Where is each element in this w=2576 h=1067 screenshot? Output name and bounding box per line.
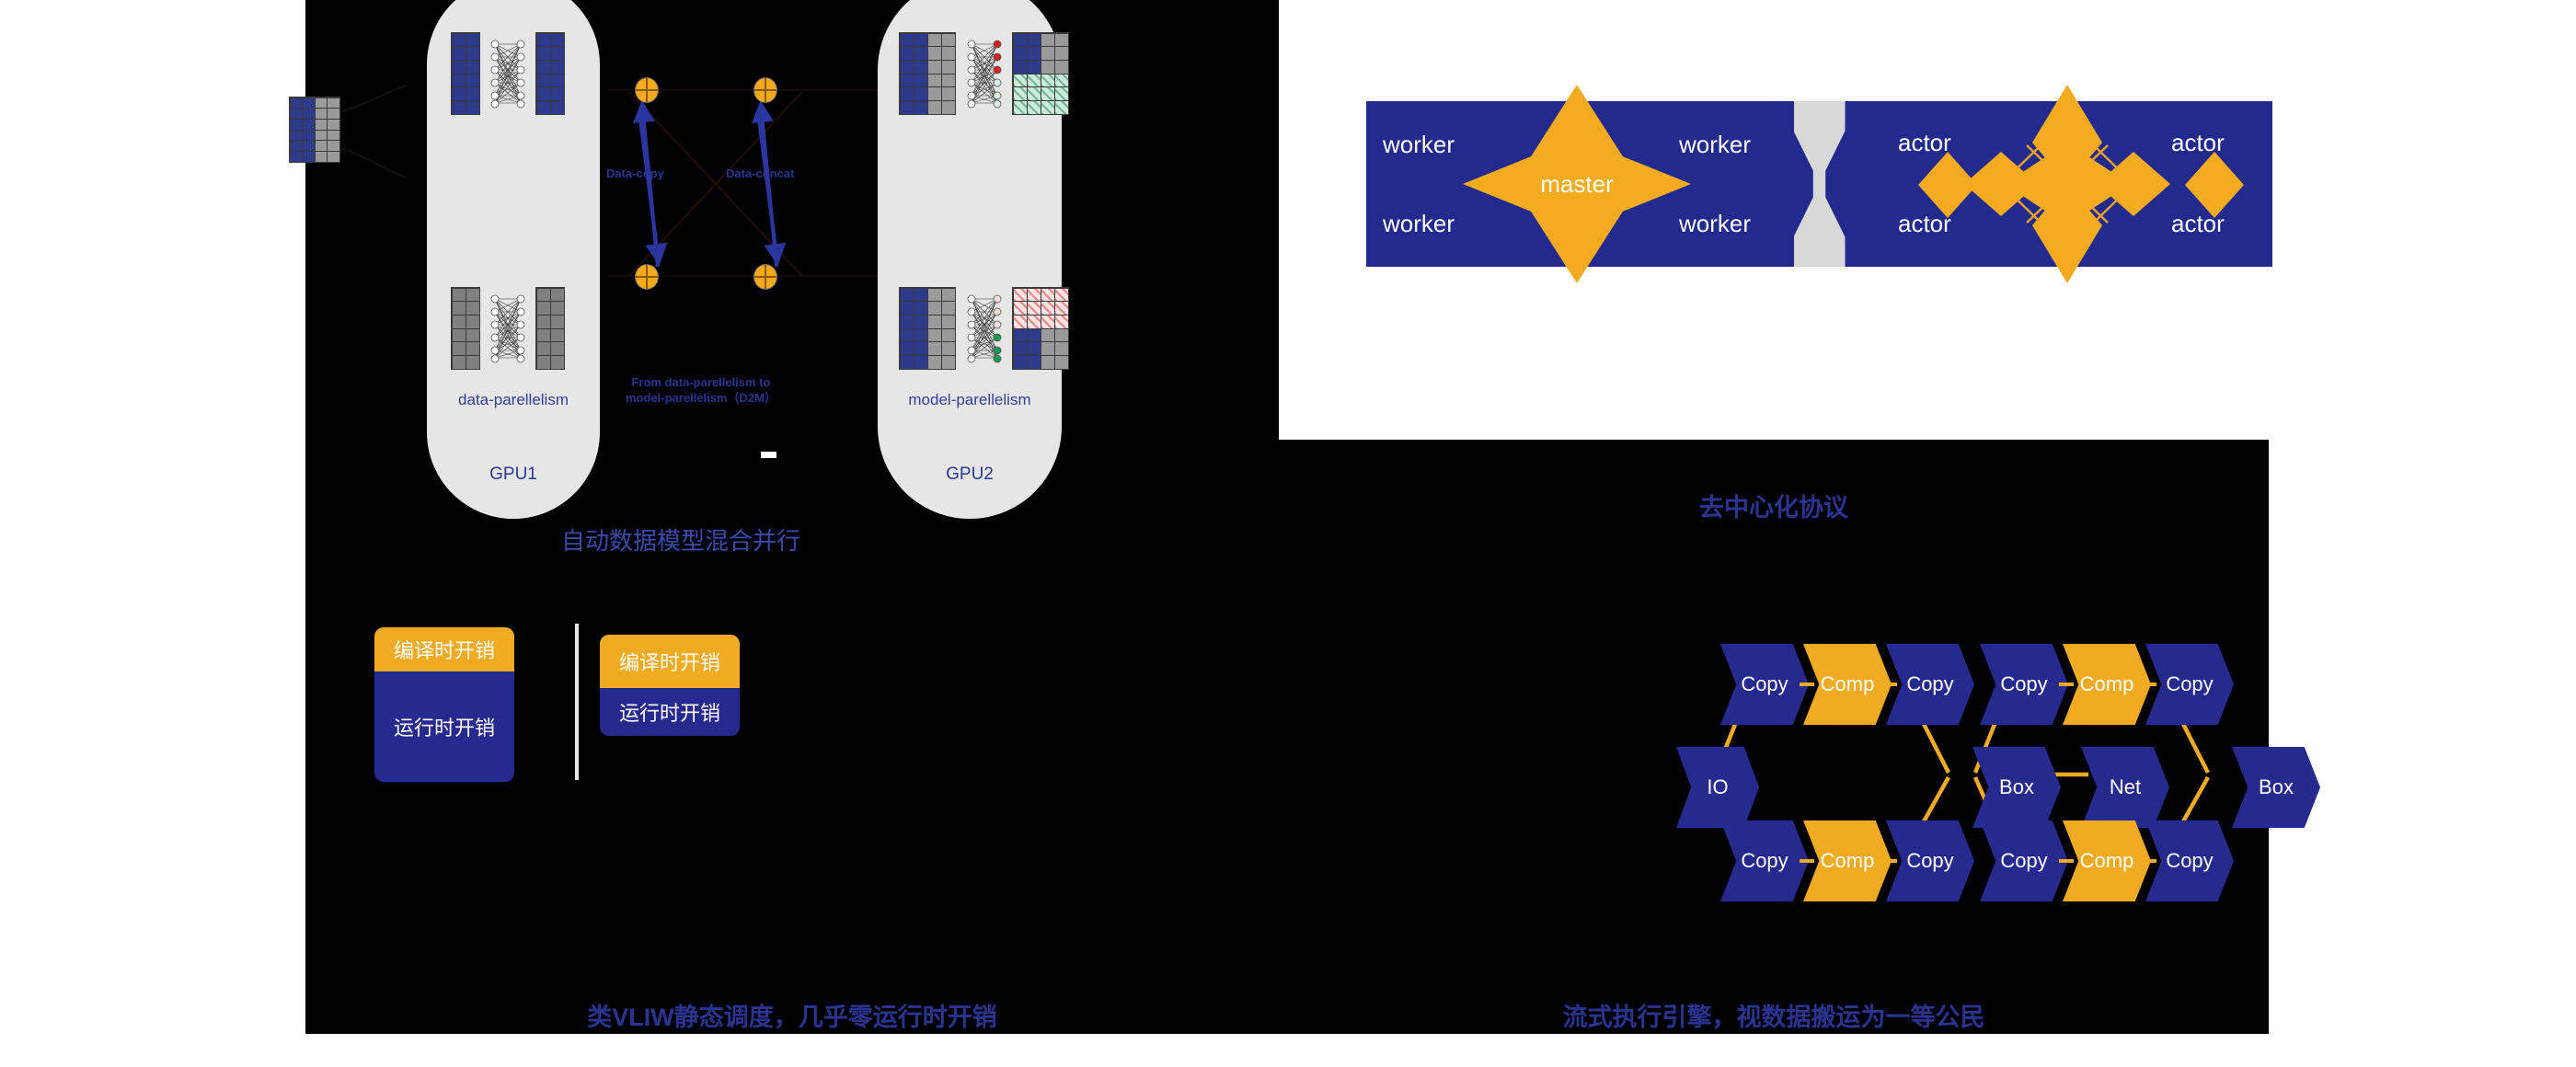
baseline-compile-label: 编译时开销 bbox=[393, 639, 495, 662]
worker-label-top-left: worker bbox=[1383, 131, 1455, 158]
node-right-bottom-copy-2-label: Copy bbox=[2166, 849, 2214, 872]
gpu1-bottom-output-matrix bbox=[535, 287, 565, 370]
chain-link-rt-1 bbox=[2059, 683, 2074, 686]
node-left-top-copy-2-label: Copy bbox=[1906, 672, 1954, 695]
gpu2-device-label: GPU2 bbox=[946, 465, 994, 484]
chain-link-rt-2 bbox=[2142, 683, 2156, 686]
data-copy-label: Data-copy bbox=[606, 166, 664, 180]
actor-label-top-left: actor bbox=[1898, 129, 1951, 156]
d2m-note-line2: model-parellelism（D2M） bbox=[626, 390, 776, 405]
node-left-bottom-copy-1-label: Copy bbox=[1741, 849, 1788, 872]
gpu1-top-output-matrix bbox=[535, 32, 565, 115]
node-io-label: IO bbox=[1707, 775, 1729, 798]
node-left-bottom-comp-label: Comp bbox=[1820, 849, 1875, 872]
screenshot-canvas: data-parellelism GPU1 model-parellelism … bbox=[0, 0, 2576, 1067]
white-marker-chip bbox=[761, 452, 776, 458]
node-right-top-comp-label: Comp bbox=[2079, 672, 2134, 695]
caption-decentralized: 去中心化协议 bbox=[1699, 494, 1848, 522]
gpu1-top-network bbox=[490, 40, 525, 109]
decentralized-protocol-figure: master worker worker worker worker actor… bbox=[1279, 0, 2272, 552]
node-left-top-comp-label: Comp bbox=[1820, 672, 1875, 695]
node-left-top-copy-1-label: Copy bbox=[1741, 672, 1788, 695]
gpu1-bottom-network bbox=[490, 294, 525, 363]
transfer-node-bottom-left bbox=[635, 264, 659, 290]
node-left-bottom-copy-2-label: Copy bbox=[1906, 849, 1954, 872]
node-right-bottom-copy-1-label: Copy bbox=[2000, 849, 2048, 872]
node-right-bottom-comp-label: Comp bbox=[2079, 849, 2134, 872]
gpu1-mode-label: data-parellelism bbox=[458, 391, 569, 408]
oneflow-runtime-segment: 运行时开销 bbox=[600, 688, 740, 736]
gpu1-bottom-input-matrix bbox=[451, 287, 480, 370]
actor-label-bottom-right: actor bbox=[2171, 210, 2225, 237]
gpu2-top-input-matrix bbox=[899, 32, 956, 115]
node-right-top-copy-1-label: Copy bbox=[2000, 672, 2048, 695]
actor-label-bottom-left: actor bbox=[1898, 210, 1951, 237]
chain-link-lb-1 bbox=[1800, 859, 1814, 863]
d2m-note: From data-parellelism to model-parelleli… bbox=[591, 375, 811, 407]
gpu2-bottom-output-matrix bbox=[1012, 287, 1069, 370]
gpu2-mode-label: model-parellelism bbox=[908, 391, 1031, 408]
transfer-node-top-right bbox=[753, 77, 777, 103]
node-left-box-label: Box bbox=[1999, 775, 2034, 798]
overhead-bar-baseline: 编译时开销 运行时开销 bbox=[374, 627, 514, 782]
baseline-compile-segment: 编译时开销 bbox=[374, 627, 514, 671]
master-label: master bbox=[1540, 170, 1614, 198]
gpu2-top-network bbox=[967, 40, 1002, 109]
streaming-engine-figure: IO Copy Comp Copy Copy Comp Copy Box Net… bbox=[1279, 552, 2320, 1034]
node-right-top-copy-2-label: Copy bbox=[2166, 672, 2214, 695]
comparison-divider bbox=[575, 624, 579, 780]
gpu2-top-output-matrix bbox=[1012, 32, 1069, 115]
hybrid-parallelism-figure: data-parellelism GPU1 model-parellelism … bbox=[289, 0, 1279, 555]
gpu1-device-label: GPU1 bbox=[489, 465, 537, 484]
chain-link-lt-1 bbox=[1800, 683, 1814, 686]
oneflow-compile-label: 编译时开销 bbox=[618, 651, 720, 674]
caption-overhead: 类VLIW静态调度，几乎零运行时开销 bbox=[587, 1004, 997, 1031]
worker-label-top-right: worker bbox=[1679, 131, 1752, 158]
data-concat-label: Data-concat bbox=[726, 166, 795, 180]
overhead-bar-oneflow: 编译时开销 运行时开销 bbox=[600, 635, 740, 736]
worker-label-bottom-right: worker bbox=[1679, 210, 1752, 237]
oneflow-runtime-label: 运行时开销 bbox=[618, 702, 720, 725]
d2m-note-line1: From data-parellelism to bbox=[631, 375, 771, 389]
transfer-node-top-left bbox=[635, 77, 659, 103]
chain-link-rb-2 bbox=[2142, 859, 2156, 863]
oneflow-compile-segment: 编译时开销 bbox=[600, 635, 740, 688]
transfer-node-bottom-right bbox=[753, 264, 777, 290]
gpu1-top-input-matrix bbox=[451, 32, 480, 115]
chain-link-lt-2 bbox=[1882, 683, 1897, 686]
gpu2-bottom-network bbox=[967, 294, 1002, 363]
banner-notch bbox=[1793, 101, 1846, 267]
actor-label-top-right: actor bbox=[2171, 129, 2225, 156]
decentralized-banner: master worker worker worker worker actor… bbox=[1366, 85, 2272, 283]
worker-label-bottom-left: worker bbox=[1383, 210, 1455, 237]
node-net-label: Net bbox=[2109, 775, 2142, 798]
chain-link-lb-2 bbox=[1882, 859, 1897, 863]
gpu2-bottom-input-matrix bbox=[899, 287, 956, 370]
node-right-box-label: Box bbox=[2259, 775, 2294, 798]
baseline-runtime-label: 运行时开销 bbox=[393, 717, 495, 740]
baseline-runtime-segment: 运行时开销 bbox=[374, 671, 514, 782]
chain-link-rb-1 bbox=[2059, 859, 2074, 863]
overhead-comparison-figure: 编译时开销 运行时开销 编译时开销 运行时开销 类VLIW静态调度，几乎零运行时… bbox=[305, 552, 1279, 1034]
caption-streaming-engine: 流式执行引擎，视数据搬运为一等公民 bbox=[1562, 1004, 1985, 1031]
